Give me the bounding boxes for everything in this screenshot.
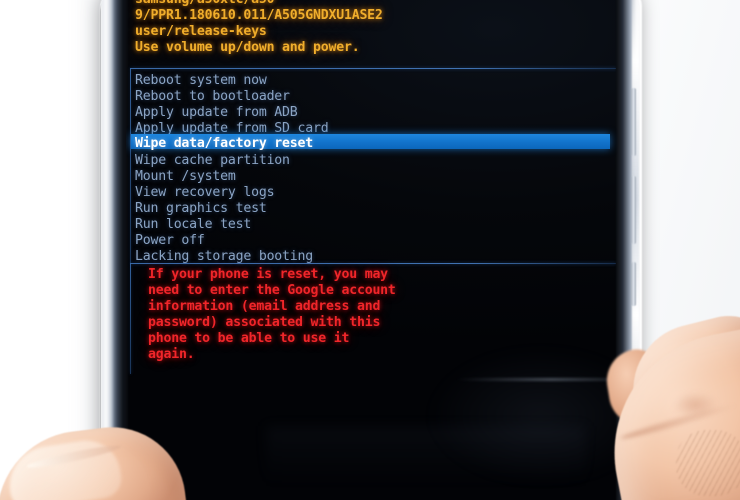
menu-item-view-recovery-logs[interactable]: View recovery logs — [135, 185, 275, 200]
menu-item-mount-system[interactable]: Mount /system — [135, 169, 236, 184]
power-button[interactable] — [631, 262, 636, 306]
volume-down-button[interactable] — [631, 176, 636, 244]
menu-item-wipe-cache-partition[interactable]: Wipe cache partition — [135, 153, 290, 168]
warning-line-3: information (email address and — [148, 299, 381, 314]
right-hand-texture — [676, 430, 740, 496]
recovery-header-instructions: Use volume up/down and power. — [135, 40, 360, 55]
phone-left-edge-highlight — [104, 0, 113, 500]
recovery-header-device: samsung/a50xtc/a50 — [135, 0, 275, 7]
menu-divider-bottom — [130, 263, 616, 264]
warning-line-1: If your phone is reset, you may — [148, 267, 388, 282]
photo-scene: Android Recovery samsung/a50xtc/a50 9/PP… — [0, 0, 740, 500]
menu-left-border — [130, 69, 131, 263]
menu-item-apply-update-from-adb[interactable]: Apply update from ADB — [135, 105, 298, 120]
warning-line-2: need to enter the Google account — [148, 283, 396, 298]
screen-reflection-lower — [266, 426, 586, 486]
phone-screen: Android Recovery samsung/a50xtc/a50 9/PP… — [126, 0, 618, 500]
warning-line-5: phone to be able to use it — [148, 331, 350, 346]
menu-item-power-off[interactable]: Power off — [135, 233, 205, 248]
menu-item-reboot-system-now[interactable]: Reboot system now — [135, 73, 267, 88]
menu-item-run-locale-test[interactable]: Run locale test — [135, 217, 251, 232]
recovery-header-keys: user/release-keys — [135, 24, 267, 39]
menu-item-reboot-to-bootloader[interactable]: Reboot to bootloader — [135, 89, 290, 104]
recovery-header-build: 9/PPR1.180610.011/A505GNDXU1ASE2 — [135, 8, 383, 23]
menu-item-run-graphics-test[interactable]: Run graphics test — [135, 201, 267, 216]
menu-item-wipe-data-factory-reset[interactable]: Wipe data/factory reset — [135, 136, 313, 151]
menu-divider-top — [130, 68, 616, 69]
volume-up-button[interactable] — [631, 88, 636, 156]
screen-reflection-streak — [456, 378, 618, 381]
warning-line-6: again. — [148, 347, 195, 362]
warning-left-border — [130, 264, 131, 374]
menu-item-lacking-storage-booting[interactable]: Lacking storage booting — [135, 249, 313, 264]
warning-line-4: password) associated with this — [148, 315, 381, 330]
